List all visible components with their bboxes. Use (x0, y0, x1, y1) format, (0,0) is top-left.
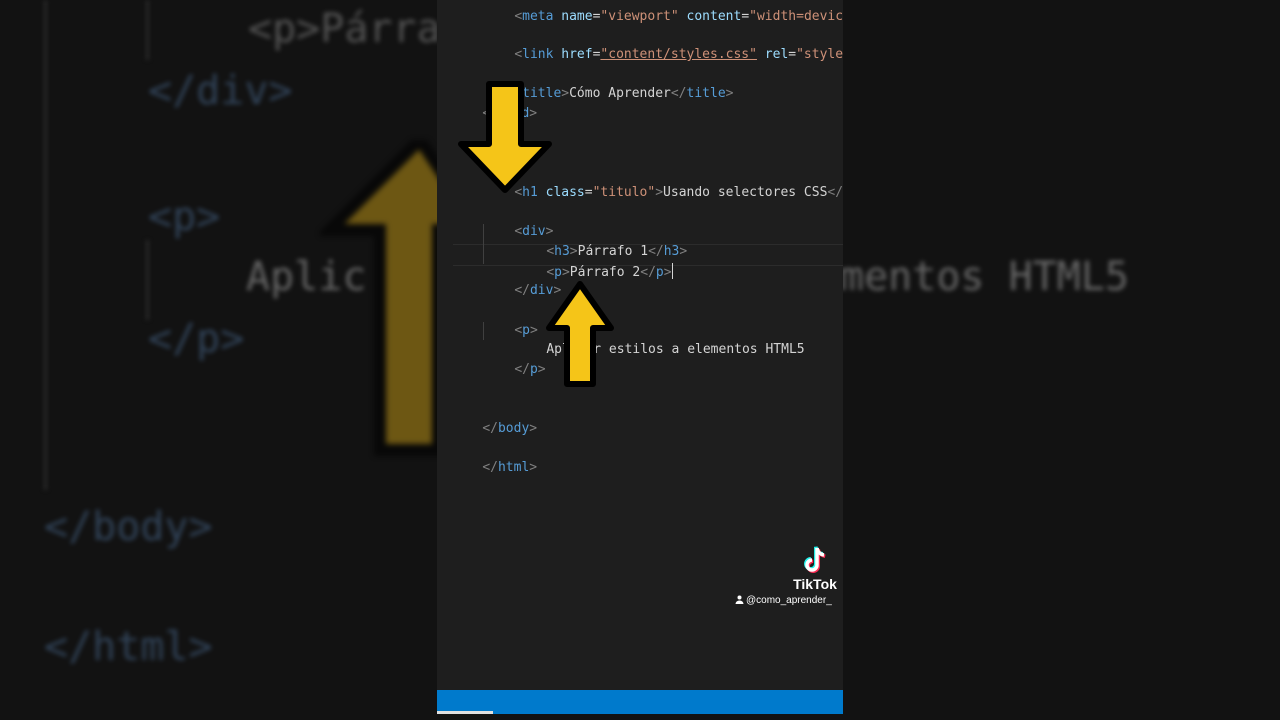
tiktok-logo-icon (804, 546, 826, 573)
user-icon (735, 595, 744, 604)
bg-line-html5: mentos HTML5 (840, 254, 1129, 300)
link-tag-name: link (522, 47, 554, 62)
link-href-value[interactable]: "content/styles.css" (600, 47, 757, 62)
text-cursor (671, 263, 673, 279)
tiktok-username: @como_aprender_ (735, 595, 843, 606)
bg-line-html-close: </html> (44, 624, 213, 670)
tiktok-brand-label: TikTok (793, 576, 837, 592)
link-href-attr: href (561, 47, 593, 62)
bg-line-p-open: <p>Párra (248, 6, 441, 52)
p-text: Párrafo 2 (569, 265, 641, 280)
link-rel-attr: rel (764, 47, 789, 62)
title-text: Cómo Aprender (569, 86, 671, 101)
bg-line-p-close: </p> (148, 316, 245, 362)
tiktok-watermark: TikTok @como_aprender_ (735, 546, 843, 612)
code-line-p2-close: </p> (514, 362, 546, 377)
tiktok-username-text: @como_aprender_ (746, 595, 832, 606)
arrow-down-icon (458, 81, 552, 193)
bg-line-body-close: </body> (44, 504, 213, 550)
arrow-up-icon (546, 281, 614, 387)
code-line-html-close: </html> (482, 460, 538, 475)
link-rel-value: "styleshe (796, 47, 843, 62)
bg-line-div-close: </div> (148, 68, 293, 114)
h1-class-value: "titulo" (592, 185, 656, 200)
h1-text: Usando selectores CSS (663, 185, 828, 200)
status-bar-indicator (437, 711, 493, 714)
status-bar[interactable] (437, 690, 843, 714)
bg-line-p-open-2: <p> (148, 194, 221, 240)
